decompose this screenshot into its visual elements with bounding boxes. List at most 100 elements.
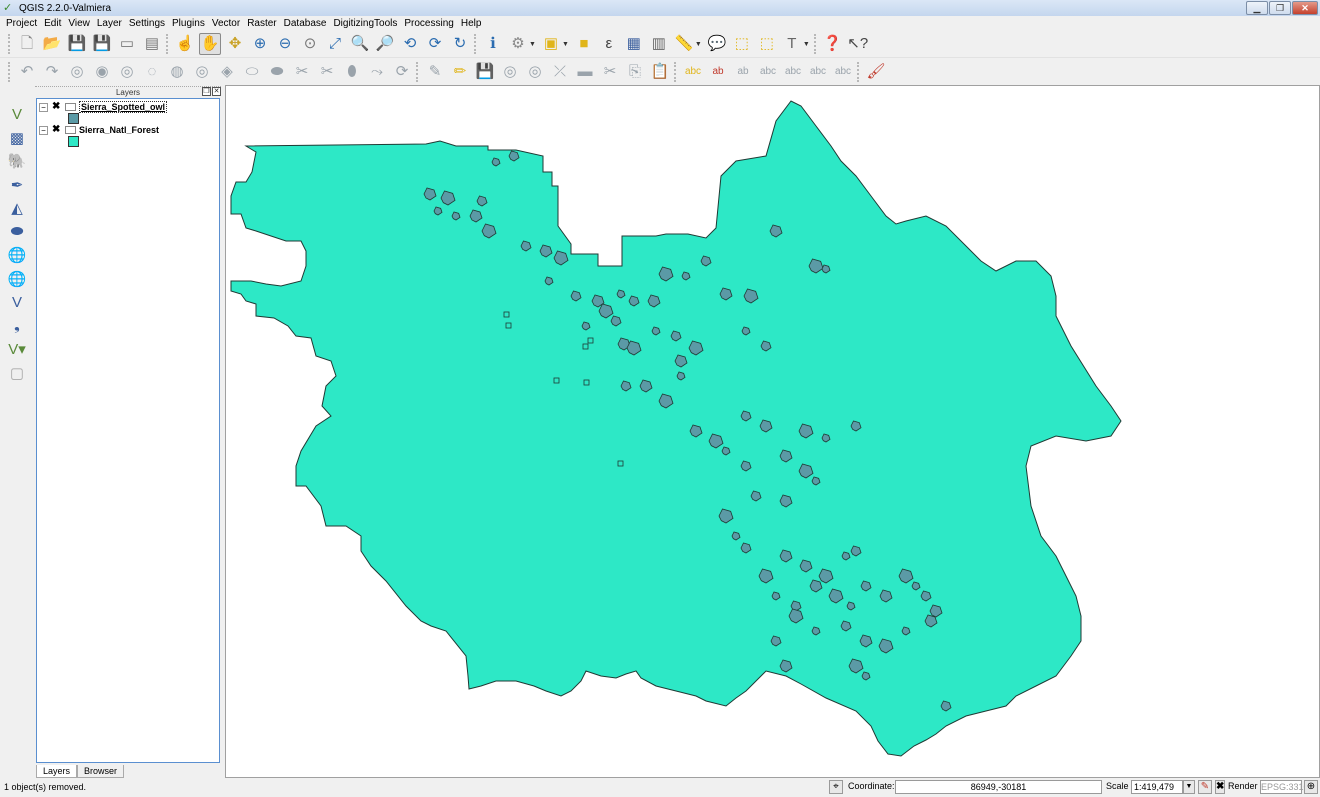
toggle-extents-icon[interactable]: ⌖ <box>829 780 843 794</box>
menu-raster[interactable]: Raster <box>245 18 281 29</box>
pin-labels-icon[interactable]: ab <box>707 61 729 83</box>
menu-edit[interactable]: Edit <box>42 18 66 29</box>
layer-tree[interactable]: − ✖ Sierra_Spotted_owl − ✖ Sierra_Natl_F… <box>36 98 220 763</box>
pointer-help-icon[interactable]: ↖? <box>847 33 869 55</box>
zoom-next-icon[interactable]: ⟳ <box>424 33 446 55</box>
scale-combobox[interactable]: 1:419,479 <box>1131 780 1183 794</box>
copy-features-icon[interactable]: ⎘ <box>624 61 646 83</box>
toolbar-grip[interactable] <box>674 61 678 82</box>
menu-digitizingtools[interactable]: DigitizingTools <box>331 18 402 29</box>
add-wfs-layer-icon[interactable]: V <box>6 291 28 313</box>
render-checkbox[interactable]: ✖ <box>1215 780 1225 794</box>
collapse-icon[interactable]: − <box>39 102 48 112</box>
tab-layers[interactable]: Layers <box>36 765 78 778</box>
simplify-icon[interactable]: ⤳ <box>366 61 388 83</box>
close-panel-icon[interactable]: ✕ <box>212 87 221 96</box>
menu-view[interactable]: View <box>66 18 95 29</box>
pan-to-selection-icon[interactable]: ✥ <box>224 33 246 55</box>
menu-settings[interactable]: Settings <box>127 18 170 29</box>
close-button[interactable]: ✕ <box>1292 1 1318 15</box>
add-spatialite-layer-icon[interactable]: ✒ <box>6 174 28 196</box>
split-features-icon[interactable]: ⬭ <box>241 61 263 83</box>
node-tool-icon[interactable]: ⤫ <box>549 61 571 83</box>
map-canvas[interactable] <box>225 85 1320 778</box>
add-mssql-layer-icon[interactable]: ◭ <box>6 197 28 219</box>
toolbar-grip[interactable] <box>474 34 478 54</box>
chevron-down-icon[interactable]: ▼ <box>695 41 702 48</box>
chevron-down-icon[interactable]: ▼ <box>803 41 810 48</box>
rotate-point-symbols-icon[interactable]: ⬮ <box>341 61 363 83</box>
menu-processing[interactable]: Processing <box>402 18 458 29</box>
add-wcs-layer-icon[interactable]: 🌐 <box>6 268 28 290</box>
forest-fragment-polygon[interactable] <box>582 343 589 350</box>
layer-symbol-swatch[interactable] <box>68 113 79 124</box>
add-oracle-layer-icon[interactable]: ⬬ <box>6 221 28 243</box>
forest-fragment-polygon[interactable] <box>583 379 590 386</box>
coordinate-field[interactable]: 86949,-30181 <box>895 780 1102 794</box>
digitizing-tools-icon[interactable]: 🖌 <box>865 61 887 83</box>
tab-browser[interactable]: Browser <box>77 765 125 778</box>
restore-button[interactable]: ❐ <box>1269 1 1291 15</box>
add-feature-icon[interactable]: ◎ <box>499 61 521 83</box>
show-hide-labels-icon[interactable]: ab <box>732 61 754 83</box>
zoom-native-icon[interactable]: ⊙ <box>299 33 321 55</box>
refresh-icon[interactable]: ↻ <box>449 33 471 55</box>
toolbar-grip[interactable] <box>166 34 170 54</box>
toolbar-grip[interactable] <box>416 61 420 82</box>
add-ring-icon[interactable]: ◎ <box>66 61 88 83</box>
expression-select-icon[interactable]: ■ <box>573 33 595 55</box>
crs-status-button[interactable]: EPSG:3310 <box>1260 780 1309 794</box>
rotate-icon[interactable]: ⟳ <box>391 61 413 83</box>
chevron-down-icon[interactable]: ▼ <box>562 41 569 48</box>
layer-visibility-checkbox[interactable]: ✖ <box>52 125 62 135</box>
stop-render-icon[interactable]: ✎ <box>1198 780 1212 794</box>
zoom-out-icon[interactable]: ⊖ <box>274 33 296 55</box>
composer-manager-icon[interactable]: ▤ <box>141 33 163 55</box>
new-temp-layer-icon[interactable]: ▢ <box>6 362 28 384</box>
layer-symbol-swatch[interactable] <box>68 136 79 147</box>
menu-project[interactable]: Project <box>4 18 42 29</box>
new-bookmark-icon[interactable]: 💬 <box>706 33 728 55</box>
attribute-table-icon[interactable]: ▦ <box>623 33 645 55</box>
layer-item-natl-forest[interactable]: − ✖ Sierra_Natl_Forest <box>39 124 159 136</box>
cut-features-icon[interactable]: ✂ <box>599 61 621 83</box>
menu-vector[interactable]: Vector <box>210 18 245 29</box>
rotate-label-icon[interactable]: abc <box>782 61 804 83</box>
float-panel-icon[interactable]: ❐ <box>202 87 211 96</box>
delete-ring-icon[interactable]: ◌ <box>141 61 163 83</box>
menu-plugins[interactable]: Plugins <box>170 18 210 29</box>
map-tips-icon[interactable]: 📏 <box>673 33 695 55</box>
scale-dropdown-icon[interactable]: ▼ <box>1183 780 1195 794</box>
save-as-icon[interactable]: 💾 <box>91 33 113 55</box>
undo-icon[interactable]: ↶ <box>16 61 38 83</box>
whats-this-icon[interactable]: T <box>781 33 803 55</box>
touch-zoom-icon[interactable]: ☝ <box>174 33 196 55</box>
save-edits-icon[interactable]: 💾 <box>474 61 496 83</box>
toolbar-grip[interactable] <box>857 61 861 82</box>
layer-name[interactable]: Sierra_Natl_Forest <box>79 125 159 135</box>
delete-selected-icon[interactable]: ▬ <box>574 61 596 83</box>
forest-fragment-polygon[interactable] <box>505 322 512 329</box>
help-icon[interactable]: ❓ <box>822 33 844 55</box>
messages-icon[interactable]: ⊕ <box>1304 780 1318 794</box>
move-feature-icon[interactable]: ◎ <box>524 61 546 83</box>
zoom-last-icon[interactable]: ⟲ <box>399 33 421 55</box>
layer-name[interactable]: Sierra_Spotted_owl <box>79 101 168 113</box>
redo-icon[interactable]: ↷ <box>41 61 63 83</box>
zoom-full-icon[interactable]: ⤢ <box>324 33 346 55</box>
text-annotation-icon[interactable]: ⬚ <box>756 33 778 55</box>
split-parts-icon[interactable]: ⬬ <box>266 61 288 83</box>
current-edits-icon[interactable]: ✎ <box>424 61 446 83</box>
layer-visibility-checkbox[interactable]: ✖ <box>52 102 62 112</box>
new-project-icon[interactable]: 🗋 <box>16 33 38 55</box>
paste-features-icon[interactable]: 📋 <box>649 61 671 83</box>
merge-attributes-icon[interactable]: ✂ <box>316 61 338 83</box>
chevron-down-icon[interactable]: ▼ <box>529 41 536 48</box>
fill-ring-icon[interactable]: ◎ <box>116 61 138 83</box>
collapse-icon[interactable]: − <box>39 125 48 135</box>
identify-icon[interactable]: ℹ <box>482 33 504 55</box>
minimize-button[interactable]: ▁ <box>1246 1 1268 15</box>
toggle-editing-icon[interactable]: ✏ <box>449 61 471 83</box>
merge-features-icon[interactable]: ✂ <box>291 61 313 83</box>
toolbar-grip[interactable] <box>8 61 12 82</box>
